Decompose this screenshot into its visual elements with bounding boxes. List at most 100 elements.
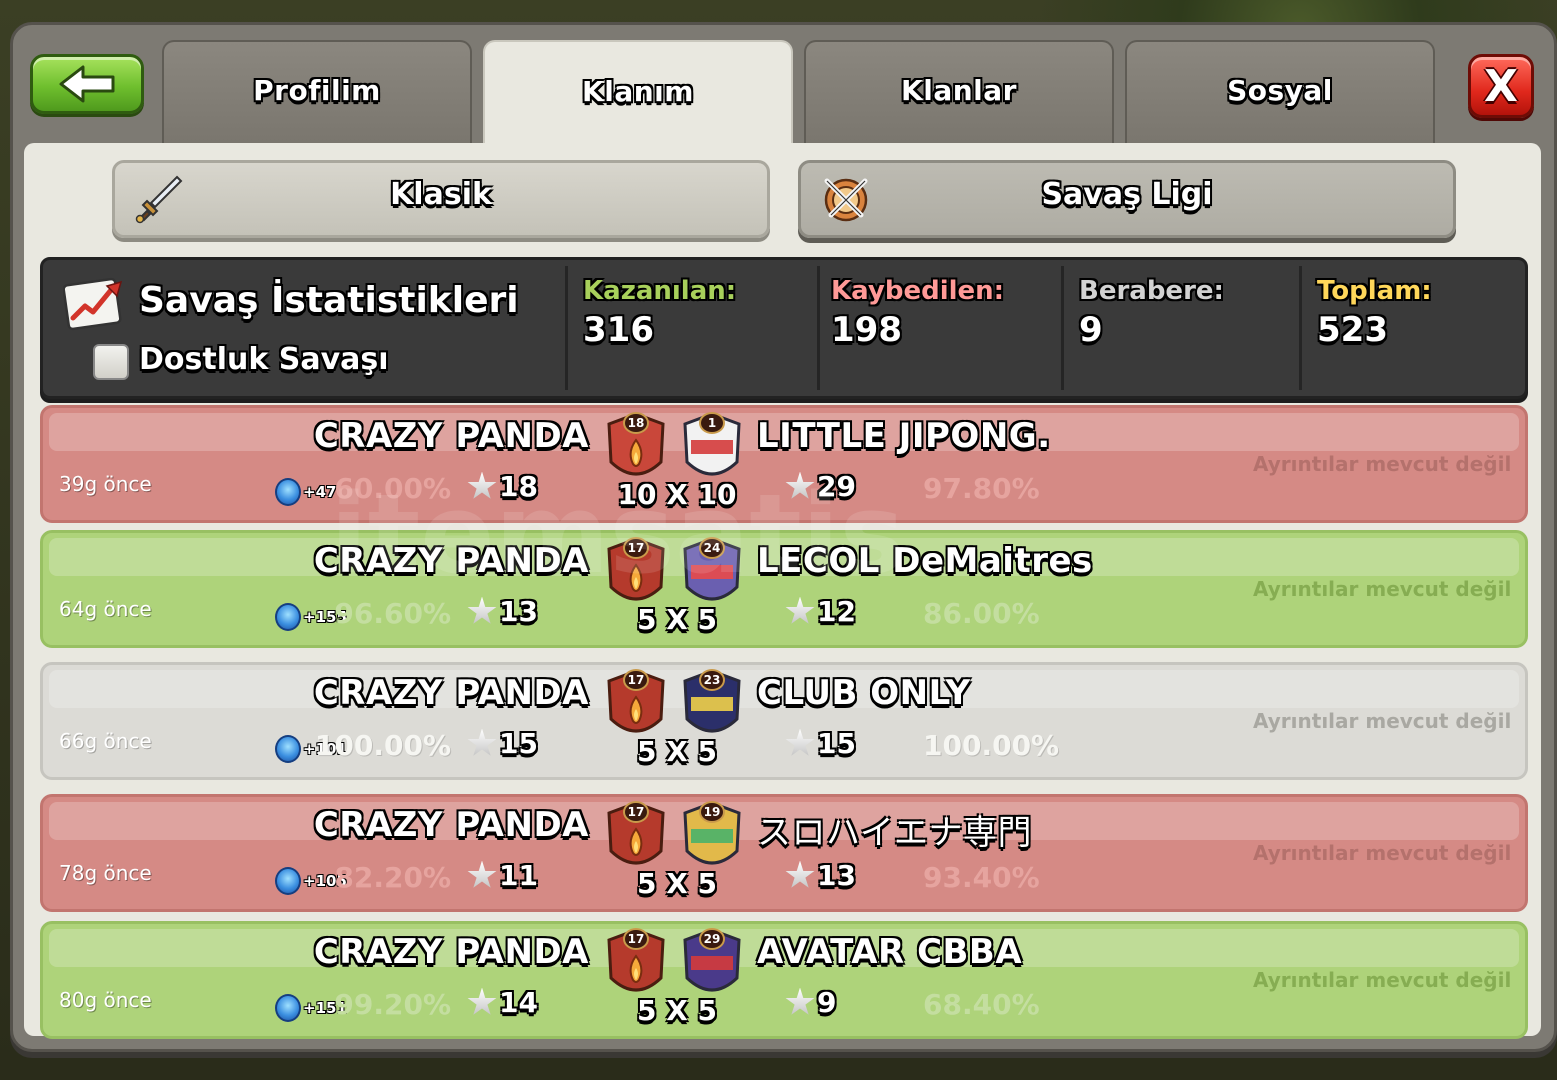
war-stats-title: Savaş İstatistikleri (139, 280, 519, 321)
opponent-stars: 15 (785, 727, 856, 760)
war-time-ago: 80g önce (59, 988, 152, 1012)
opponent-clan-level: 1 (699, 412, 725, 434)
opponent-clan-name: スロハイエナ専門 (757, 813, 1032, 853)
star-icon (785, 596, 815, 624)
own-clan-level: 17 (623, 669, 649, 691)
stat-won-label: Kazanılan: (583, 276, 737, 306)
own-stars: 15 (467, 727, 538, 760)
war-log-row[interactable]: 66g önce CRAZY PANDA +101 100.00% 15 17 (40, 662, 1528, 780)
chart-trend-icon (63, 277, 123, 331)
tab-my-clan[interactable]: Klanım (483, 40, 793, 146)
tab-social[interactable]: Sosyal (1125, 40, 1435, 144)
war-stats-panel: Savaş İstatistikleri Dostluk Savaşı Kaza… (40, 257, 1528, 399)
own-stars: 14 (467, 986, 538, 1019)
details-unavailable-label: Ayrıntılar mevcut değil (1253, 452, 1512, 476)
classic-war-button[interactable]: Klasik (112, 160, 770, 238)
stats-divider (817, 266, 820, 390)
war-log-row[interactable]: 80g önce CRAZY PANDA +151 99.20% 14 17 2… (40, 921, 1528, 1039)
own-destruction-percent: 99.20% (334, 988, 451, 1021)
tab-profile[interactable]: Profilim (162, 40, 472, 144)
close-button[interactable]: X (1468, 54, 1534, 118)
tab-my-clan-label: Klanım (582, 74, 694, 108)
own-clan-badge: 17 (603, 667, 669, 745)
stat-total: Toplam: 523 (1317, 276, 1432, 350)
star-icon (467, 596, 497, 624)
stat-draw-label: Berabere: (1079, 276, 1224, 306)
war-league-label: Savaş Ligi (1041, 177, 1213, 212)
classic-war-label: Klasik (390, 177, 492, 212)
own-destruction-percent: 60.00% (334, 472, 451, 505)
opponent-clan-name: CLUB ONLY (757, 673, 971, 713)
clan-xp: +47 (275, 478, 336, 506)
opponent-destruction-percent: 86.00% (923, 597, 1040, 630)
opponent-clan-level: 24 (699, 537, 725, 559)
clan-xp-value: +47 (303, 483, 337, 501)
own-clan-name: CRAZY PANDA (313, 673, 589, 713)
own-stars: 13 (467, 595, 538, 628)
opponent-clan-badge: 19 (679, 799, 745, 877)
opponent-stars: 13 (785, 859, 856, 892)
opponent-destruction-percent: 100.00% (923, 729, 1060, 762)
arrow-left-icon (59, 65, 115, 103)
details-unavailable-label: Ayrıntılar mevcut değil (1253, 841, 1512, 865)
xp-gem-icon (275, 603, 301, 631)
own-clan-name: CRAZY PANDA (313, 932, 589, 972)
stats-divider (1061, 266, 1064, 390)
opponent-clan-name: LITTLE JIPONG. (757, 416, 1051, 456)
own-clan-level: 17 (623, 928, 649, 950)
own-stars: 11 (467, 859, 538, 892)
star-icon (467, 860, 497, 888)
war-time-ago: 78g önce (59, 861, 152, 885)
opponent-stars-value: 29 (817, 470, 856, 503)
xp-gem-icon (275, 867, 301, 895)
xp-gem-icon (275, 735, 301, 763)
war-size: 10 X 10 (617, 478, 737, 511)
opponent-stars: 12 (785, 595, 856, 628)
tab-clans-label: Klanlar (901, 73, 1017, 107)
opponent-clan-name: LECOL DeMaitres (757, 541, 1093, 581)
war-size: 5 X 5 (636, 603, 718, 636)
opponent-stars-value: 15 (817, 727, 856, 760)
opponent-stars: 29 (785, 470, 856, 503)
opponent-clan-level: 29 (699, 928, 725, 950)
tab-profile-label: Profilim (253, 73, 381, 107)
stat-lost-value: 198 (831, 310, 902, 350)
own-clan-name: CRAZY PANDA (313, 805, 589, 845)
star-icon (785, 987, 815, 1015)
star-icon (785, 728, 815, 756)
war-log-row[interactable]: 78g önce CRAZY PANDA +105 82.20% 11 17 1… (40, 794, 1528, 912)
stat-total-label: Toplam: (1317, 276, 1432, 306)
tab-clans[interactable]: Klanlar (804, 40, 1114, 144)
war-time-ago: 64g önce (59, 597, 152, 621)
war-log-row[interactable]: 39g önce CRAZY PANDA +47 60.00% 18 18 1 … (40, 405, 1528, 523)
opponent-stars: 9 (785, 986, 836, 1019)
own-stars-value: 18 (499, 470, 538, 503)
star-icon (785, 860, 815, 888)
war-league-button[interactable]: Savaş Ligi (798, 160, 1456, 238)
stats-divider (565, 266, 568, 390)
war-size: 5 X 5 (636, 735, 718, 768)
xp-gem-icon (275, 994, 301, 1022)
xp-gem-icon (275, 478, 301, 506)
opponent-clan-level: 23 (699, 669, 725, 691)
friendly-war-checkbox[interactable] (93, 344, 129, 380)
own-stars-value: 13 (499, 595, 538, 628)
star-icon (467, 728, 497, 756)
star-icon (785, 471, 815, 499)
stat-won-value: 316 (583, 310, 654, 350)
own-clan-level: 17 (623, 537, 649, 559)
back-button[interactable] (30, 54, 144, 114)
opponent-clan-name: AVATAR CBBA (757, 932, 1023, 972)
own-clan-level: 18 (623, 412, 649, 434)
opponent-destruction-percent: 97.80% (923, 472, 1040, 505)
own-clan-badge: 18 (603, 410, 669, 488)
opponent-stars-value: 12 (817, 595, 856, 628)
stat-total-value: 523 (1317, 310, 1388, 350)
own-clan-badge: 17 (603, 535, 669, 613)
tab-social-label: Sosyal (1227, 73, 1333, 107)
own-stars-value: 15 (499, 727, 538, 760)
stat-draw: Berabere: 9 (1079, 276, 1224, 350)
stats-divider (1299, 266, 1302, 390)
war-log-row[interactable]: 64g önce CRAZY PANDA +155 96.60% 13 17 2… (40, 530, 1528, 648)
own-clan-name: CRAZY PANDA (313, 541, 589, 581)
